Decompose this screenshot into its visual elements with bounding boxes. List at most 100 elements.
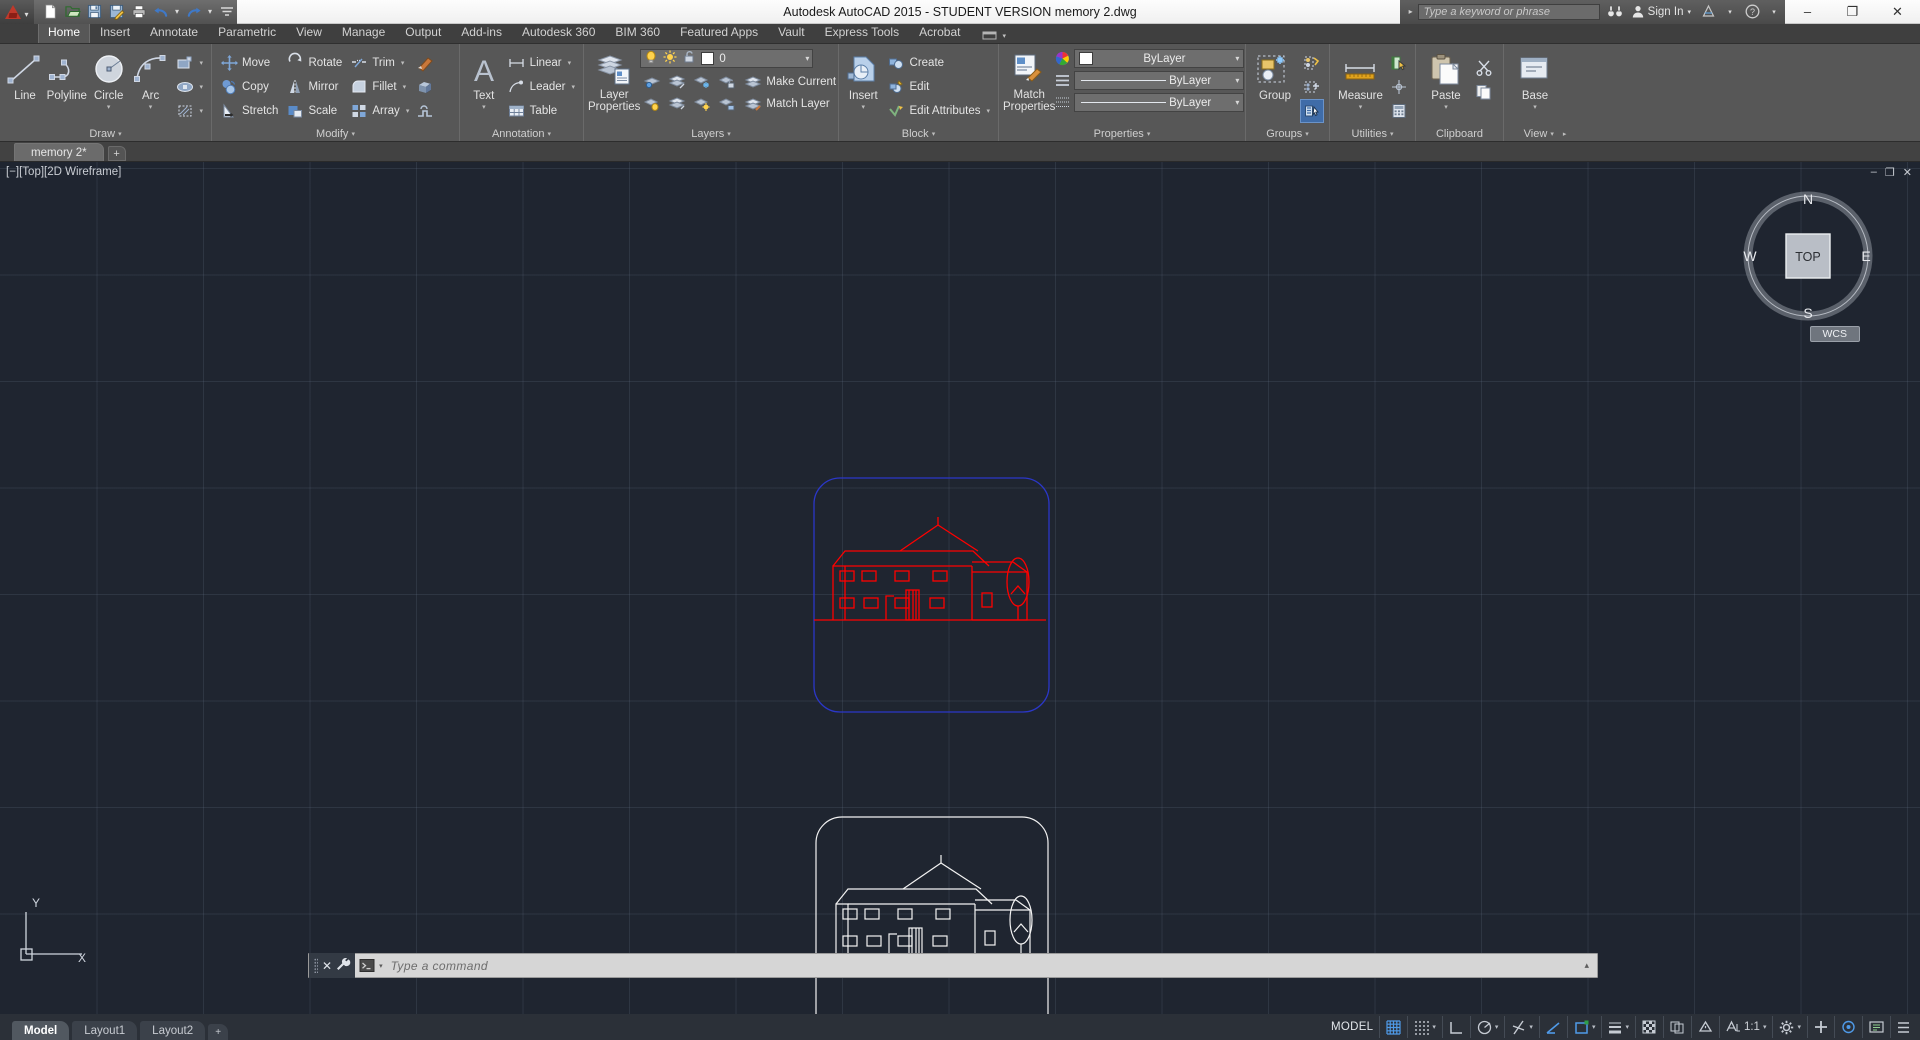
selected-house-elevation-block[interactable] <box>813 477 1050 713</box>
polar-tracking-toggle[interactable]: ▾ <box>1469 1016 1505 1038</box>
explode-icon[interactable] <box>413 99 437 123</box>
layer-control-dropdown[interactable]: 0 ▾ <box>640 49 814 68</box>
layer-lock-icon[interactable] <box>715 70 739 94</box>
layer-freeze-icon[interactable] <box>690 70 714 94</box>
erase-icon[interactable] <box>413 51 437 75</box>
draw-rectangle-button[interactable]: ▾ <box>172 51 208 75</box>
lineweight-control-dropdown[interactable]: ByLayer ▾ <box>1074 93 1245 112</box>
measure-caret-icon[interactable]: ▾ <box>1359 103 1363 111</box>
search-input[interactable]: Type a keyword or phrase <box>1417 3 1600 20</box>
layer-unlock-icon[interactable] <box>715 92 739 116</box>
drawing-canvas[interactable]: [−][Top][2D Wireframe] – ❐ ✕ TOP N E S W… <box>0 162 1920 1014</box>
viewcube[interactable]: TOP N E S W <box>1742 190 1874 322</box>
layout-tab-layout1[interactable]: Layout1 <box>72 1021 138 1040</box>
tab-acrobat[interactable]: Acrobat <box>909 22 970 43</box>
tab-manage[interactable]: Manage <box>332 22 395 43</box>
model-space-indicator[interactable]: MODEL <box>1325 1016 1379 1038</box>
draw-hatch-caret-icon[interactable]: ▾ <box>200 107 204 115</box>
annotation-linear-caret-icon[interactable]: ▾ <box>568 59 572 67</box>
annotation-linear-button[interactable]: Linear ▾ <box>504 51 579 75</box>
autodesk-exchange-icon[interactable] <box>1697 0 1719 24</box>
command-line-handle[interactable]: ✕ <box>309 953 356 978</box>
file-tab-memory2[interactable]: memory 2* <box>14 143 104 161</box>
paste-caret-icon[interactable]: ▾ <box>1444 103 1448 111</box>
annotation-scale-caret-icon[interactable]: ▾ <box>1763 1023 1767 1031</box>
draw-arc-button[interactable]: Arc ▾ <box>130 48 172 126</box>
modify-array-caret-icon[interactable]: ▾ <box>406 107 410 115</box>
new-icon[interactable] <box>40 2 61 22</box>
layer-properties-button[interactable]: Layer Properties <box>588 48 640 126</box>
customize-quick-access-icon[interactable] <box>216 2 237 22</box>
saveas-icon[interactable] <box>106 2 127 22</box>
group-button[interactable]: Group <box>1250 48 1300 126</box>
insert-block-button[interactable]: Insert ▾ <box>843 48 884 126</box>
command-line-grip[interactable] <box>314 958 318 973</box>
modify-array-button[interactable]: Array ▾ <box>346 99 413 123</box>
panel-annotation-title[interactable]: Annotation ▾ <box>460 126 583 141</box>
base-view-caret-icon[interactable]: ▾ <box>1533 103 1537 111</box>
lightbulb-icon[interactable] <box>644 50 658 67</box>
draw-arc-caret-icon[interactable]: ▾ <box>149 103 153 111</box>
object-snap-tracking-toggle[interactable] <box>1538 1016 1567 1038</box>
ortho-mode-toggle[interactable] <box>1441 1016 1470 1038</box>
tab-insert[interactable]: Insert <box>90 22 140 43</box>
base-view-button[interactable]: Base ▾ <box>1508 48 1562 126</box>
tab-vault[interactable]: Vault <box>768 22 814 43</box>
tab-annotate[interactable]: Annotate <box>140 22 208 43</box>
maximize-button[interactable]: ❐ <box>1830 0 1875 24</box>
snap-caret-icon[interactable]: ▾ <box>1432 1023 1436 1031</box>
command-expand-icon[interactable]: ▴ <box>1584 960 1597 971</box>
modify-fillet-caret-icon[interactable]: ▾ <box>403 83 407 91</box>
panel-modify-title[interactable]: Modify ▾ <box>212 126 459 141</box>
draw-ellipse-caret-icon[interactable]: ▾ <box>200 83 204 91</box>
color-control-dropdown[interactable]: ByLayer ▾ <box>1074 49 1245 68</box>
ribbon-minimize-control[interactable]: ▾ <box>982 31 1006 43</box>
annotation-leader-caret-icon[interactable]: ▾ <box>571 83 575 91</box>
draw-circle-button[interactable]: Circle ▾ <box>88 48 130 126</box>
osnap-caret-icon[interactable]: ▾ <box>1592 1023 1596 1031</box>
panel-groups-title[interactable]: Groups ▾ <box>1246 126 1329 141</box>
modify-stretch-button[interactable]: Stretch <box>216 99 282 123</box>
ribbon-panel-expand-icon[interactable]: ▸ <box>1563 130 1567 138</box>
layer-dropdown-caret-icon[interactable]: ▾ <box>805 54 809 63</box>
block-create-button[interactable]: Create <box>884 51 994 75</box>
layout-tab-model[interactable]: Model <box>12 1021 70 1040</box>
panel-layers-title[interactable]: Layers ▾ <box>584 126 838 141</box>
layer-thaw-all-icon[interactable] <box>690 92 714 116</box>
panel-block-title[interactable]: Block ▾ <box>839 126 998 141</box>
match-properties-button[interactable]: Match Properties <box>1003 48 1055 126</box>
exchange-caret-icon[interactable]: ▾ <box>1719 0 1741 24</box>
workspace-caret-icon[interactable]: ▾ <box>1797 1023 1801 1031</box>
point-style-icon[interactable] <box>1387 75 1411 99</box>
modify-scale-button[interactable]: Scale <box>282 99 346 123</box>
object-snap-toggle[interactable]: ▾ <box>1566 1016 1602 1038</box>
modify-move-button[interactable]: Move <box>216 51 282 75</box>
modify-rotate-button[interactable]: Rotate <box>282 51 346 75</box>
wrench-icon[interactable] <box>336 957 351 974</box>
panel-utilities-title[interactable]: Utilities ▾ <box>1330 126 1415 141</box>
tab-add-ins[interactable]: Add-ins <box>451 22 512 43</box>
copy-clip-icon[interactable] <box>1472 80 1496 104</box>
new-file-tab-button[interactable]: + <box>107 146 126 161</box>
modify-fillet-button[interactable]: Fillet ▾ <box>346 75 413 99</box>
layout-tab-layout2[interactable]: Layout2 <box>140 1021 206 1040</box>
panel-groups-caret-icon[interactable]: ▾ <box>1305 130 1309 138</box>
save-icon[interactable] <box>84 2 105 22</box>
new-layout-button[interactable]: + <box>208 1024 229 1040</box>
help-icon[interactable]: ? <box>1741 0 1763 24</box>
isometric-drafting-toggle[interactable]: ▾ <box>1504 1016 1539 1038</box>
command-prompt[interactable]: ▾ <box>355 958 387 973</box>
tab-view[interactable]: View <box>286 22 332 43</box>
annotation-text-caret-icon[interactable]: ▾ <box>482 103 486 111</box>
transparency-toggle[interactable] <box>1634 1016 1663 1038</box>
panel-utilities-caret-icon[interactable]: ▾ <box>1390 130 1394 138</box>
search-expand-icon[interactable]: ▸ <box>1404 7 1418 16</box>
panel-properties-caret-icon[interactable]: ▾ <box>1147 130 1151 138</box>
command-prompt-caret-icon[interactable]: ▾ <box>379 962 383 970</box>
tab-express-tools[interactable]: Express Tools <box>815 22 909 43</box>
make-current-button[interactable]: Make Current <box>740 70 840 94</box>
layer-unisolate-icon[interactable] <box>665 70 689 94</box>
selection-cycling-toggle[interactable] <box>1662 1016 1691 1038</box>
sign-in-caret-icon[interactable]: ▾ <box>1687 8 1691 16</box>
group-edit-icon[interactable] <box>1300 75 1324 99</box>
